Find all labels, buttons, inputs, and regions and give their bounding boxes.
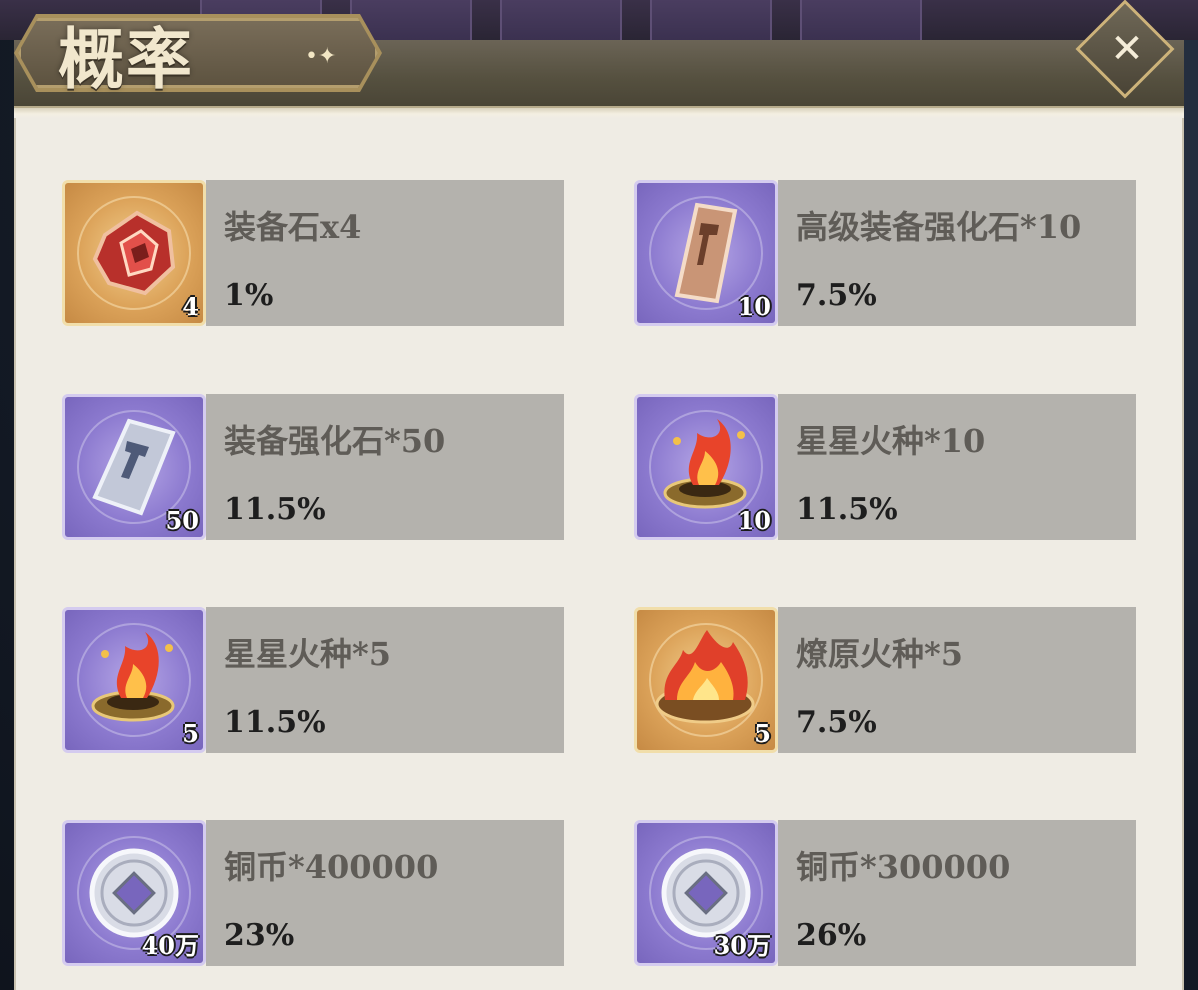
item-probability: 11.5%	[224, 705, 326, 740]
item-quantity: 40万	[141, 931, 199, 960]
item-quantity: 4	[182, 292, 199, 321]
game-screen: 概率 •✦ ✕ 4 装备石x4 1% 10 高级装备强化石*10 7.5% 50…	[0, 0, 1198, 990]
item-icon-frame: 4	[62, 180, 206, 326]
background-tile	[650, 0, 772, 40]
item-info: 装备强化石*50 11.5%	[206, 394, 564, 540]
item-quantity: 10	[737, 292, 771, 321]
header-divider	[14, 106, 1184, 118]
item-quantity: 30万	[713, 931, 771, 960]
item-icon-frame: 5	[634, 607, 778, 753]
item-quantity: 10	[737, 506, 771, 535]
background-tile	[500, 0, 622, 40]
item-name: 燎原火种*5	[796, 635, 964, 673]
item-probability: 11.5%	[796, 492, 898, 527]
item-quantity: 50	[165, 506, 199, 535]
item-info: 铜币*300000 26%	[778, 820, 1136, 966]
reward-item: 4 装备石x4 1%	[62, 180, 564, 328]
item-name: 星星火种*5	[224, 635, 392, 673]
item-quantity: 5	[754, 719, 771, 748]
item-probability: 26%	[796, 918, 867, 953]
reward-item: 10 星星火种*10 11.5%	[634, 394, 1136, 542]
item-icon-frame: 10	[634, 180, 778, 326]
item-icon-frame: 40万	[62, 820, 206, 966]
item-name: 装备石x4	[224, 208, 362, 246]
item-probability: 11.5%	[224, 492, 326, 527]
item-info: 铜币*400000 23%	[206, 820, 564, 966]
reward-item: 5 燎原火种*5 7.5%	[634, 607, 1136, 755]
item-info: 高级装备强化石*10 7.5%	[778, 180, 1136, 326]
item-probability: 7.5%	[796, 705, 877, 740]
item-quantity: 5	[182, 719, 199, 748]
background-tile	[800, 0, 922, 40]
item-icon-frame: 50	[62, 394, 206, 540]
item-info: 装备石x4 1%	[206, 180, 564, 326]
item-name: 铜币*400000	[224, 848, 439, 886]
reward-item: 30万 铜币*300000 26%	[634, 820, 1136, 968]
item-probability: 1%	[224, 278, 274, 313]
item-name: 星星火种*10	[796, 422, 986, 460]
reward-item: 10 高级装备强化石*10 7.5%	[634, 180, 1136, 328]
item-probability: 23%	[224, 918, 295, 953]
item-name: 铜币*300000	[796, 848, 1011, 886]
item-info: 燎原火种*5 7.5%	[778, 607, 1136, 753]
title-decoration-icon: •✦	[305, 44, 337, 69]
item-icon-frame: 5	[62, 607, 206, 753]
reward-item: 50 装备强化石*50 11.5%	[62, 394, 564, 542]
reward-item: 5 星星火种*5 11.5%	[62, 607, 564, 755]
panel-title: 概率	[58, 20, 194, 98]
item-probability: 7.5%	[796, 278, 877, 313]
item-info: 星星火种*10 11.5%	[778, 394, 1136, 540]
item-icon-frame: 10	[634, 394, 778, 540]
item-info: 星星火种*5 11.5%	[206, 607, 564, 753]
item-icon-frame: 30万	[634, 820, 778, 966]
item-name: 高级装备强化石*10	[796, 208, 1082, 246]
item-name: 装备强化石*50	[224, 422, 446, 460]
reward-item: 40万 铜币*400000 23%	[62, 820, 564, 968]
